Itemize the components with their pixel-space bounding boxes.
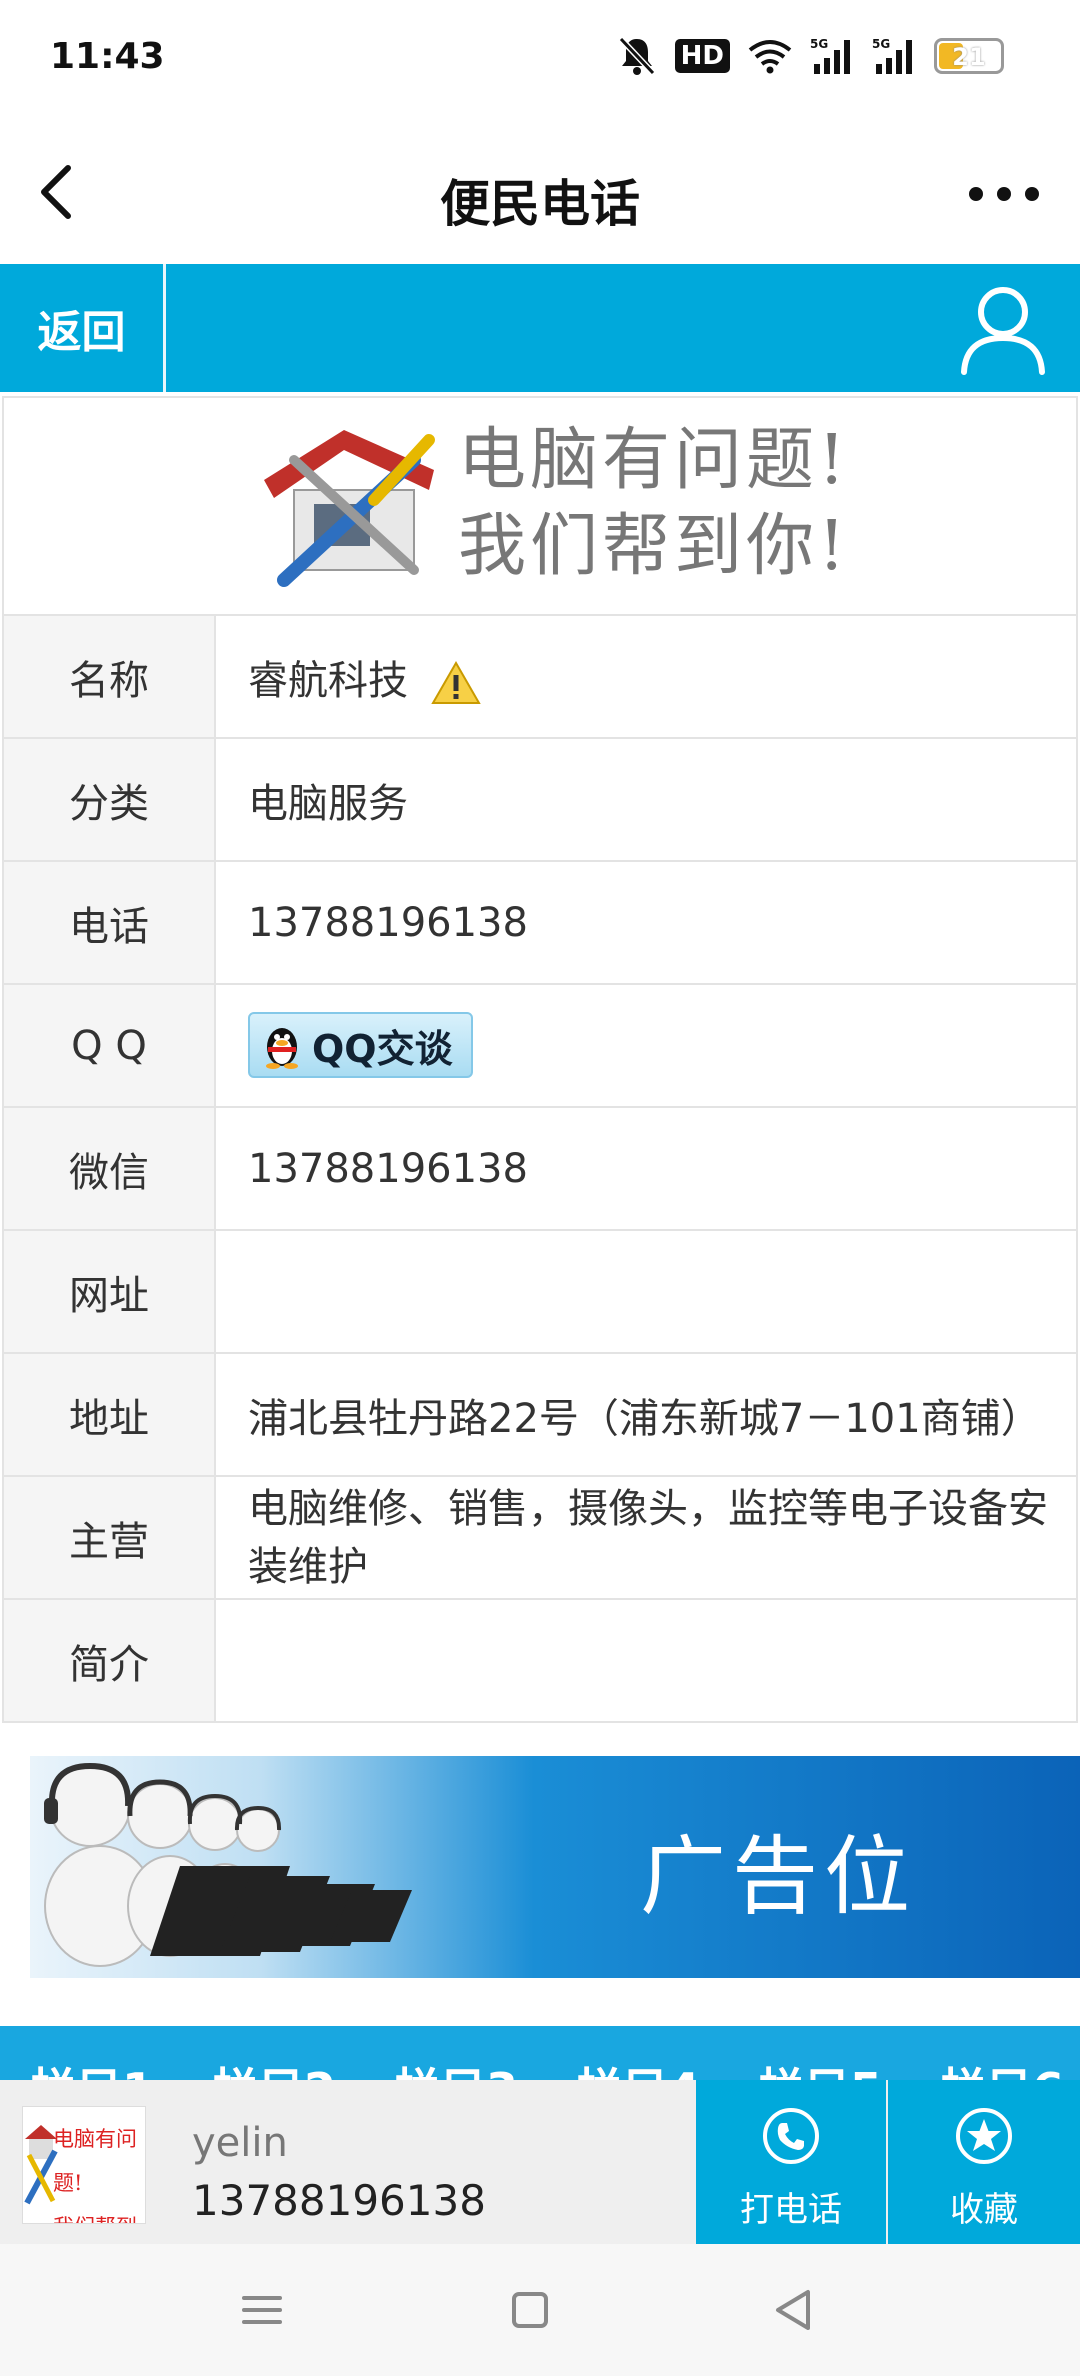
thumbnail-line-2: 我们帮到你! [53, 2205, 145, 2223]
table-row: 电话 13788196138 [2, 860, 1078, 985]
more-dots-icon[interactable] [964, 164, 1044, 224]
row-label-address: 地址 [2, 1352, 216, 1477]
business-banner: 电脑有问题! 我们帮到你! [2, 396, 1078, 616]
favorite-button[interactable]: 收藏 [888, 2080, 1080, 2244]
ad-banner[interactable]: 广告位 [30, 1756, 1080, 1978]
star-icon [956, 2108, 1012, 2164]
row-value-address: 浦北县牡丹路22号（浦东新城7－101商铺） [214, 1352, 1078, 1477]
row-value-phone[interactable]: 13788196138 [214, 860, 1078, 985]
qq-chat-label: QQ交谈 [312, 1026, 453, 1071]
svg-text:5G: 5G [810, 37, 828, 51]
row-value-qq: QQ交谈 [214, 983, 1078, 1108]
business-thumbnail: 电脑有问题! 我们帮到你! [22, 2106, 146, 2224]
house-tools-logo [264, 430, 435, 587]
ad-text: 广告位 [640, 1827, 916, 1927]
wifi-icon [748, 40, 792, 74]
call-button-label: 打电话 [740, 2190, 842, 2230]
call-center-illustration [44, 1762, 412, 1967]
row-label-qq: Q Q [2, 983, 216, 1108]
return-button[interactable]: 返回 [0, 264, 166, 392]
table-row: 地址 浦北县牡丹路22号（浦东新城7－101商铺） [2, 1352, 1078, 1477]
row-label-name: 名称 [2, 614, 216, 739]
row-value-business: 电脑维修、销售，摄像头，监控等电子设备安装维护 [214, 1475, 1078, 1600]
banner-line-2: 我们帮到你! [458, 507, 850, 586]
row-value-website [214, 1229, 1078, 1354]
warning-icon[interactable] [430, 660, 481, 706]
contact-name: yelin [192, 2120, 288, 2166]
banner-text: 电脑有问题! 我们帮到你! [458, 418, 849, 590]
status-time: 11:43 [50, 36, 165, 77]
row-value-wechat: 13788196138 [214, 1106, 1078, 1231]
business-name: 睿航科技 [248, 657, 408, 704]
phone-icon [763, 2108, 819, 2164]
qq-chat-button[interactable]: QQ交谈 [248, 1012, 473, 1078]
battery-icon: 21 [934, 38, 1004, 74]
row-label-category: 分类 [2, 737, 216, 862]
battery-level: 21 [952, 43, 986, 71]
column-tabs: 栏目1 栏目2 栏目3 栏目4 栏目5 栏目6 [0, 2026, 1080, 2086]
svg-text:5G: 5G [872, 37, 890, 51]
page: 11:43 HD 5G 5G 21 便民电话 返回 电脑有问题! 我们帮到你! … [0, 0, 1080, 2376]
bell-muted-icon [618, 36, 655, 76]
info-table: 名称 睿航科技 分类 电脑服务 电话 13788196138 Q Q QQ交谈 … [2, 614, 1078, 1723]
thumbnail-line-1: 电脑有问题! [53, 2127, 137, 2195]
status-bar: 11:43 HD 5G 5G 21 [0, 0, 1080, 120]
favorite-button-label: 收藏 [950, 2190, 1018, 2230]
table-row: 网址 [2, 1229, 1078, 1354]
row-label-wechat: 微信 [2, 1106, 216, 1231]
system-nav-bar [0, 2244, 1080, 2376]
home-icon[interactable] [502, 2282, 558, 2338]
banner-line-1: 电脑有问题! [458, 421, 850, 500]
row-label-business: 主营 [2, 1475, 216, 1600]
nav-bar: 便民电话 [0, 120, 1080, 264]
menu-icon[interactable] [234, 2282, 290, 2338]
penguin-icon [266, 1028, 298, 1069]
hd-icon: HD [674, 39, 730, 73]
table-row: 名称 睿航科技 [2, 614, 1078, 739]
table-row: 简介 [2, 1598, 1078, 1723]
row-value-name: 睿航科技 [214, 614, 1078, 739]
row-value-category: 电脑服务 [214, 737, 1078, 862]
contact-bar: 电脑有问题! 我们帮到你! yelin 13788196138 打电话 收藏 [0, 2080, 1080, 2244]
table-row: 分类 电脑服务 [2, 737, 1078, 862]
status-icons: HD 5G 5G 21 [617, 34, 1004, 78]
signal-5g-icon: 5G [810, 37, 850, 74]
row-label-phone: 电话 [2, 860, 216, 985]
contact-phone: 13788196138 [192, 2176, 486, 2225]
table-row: 主营 电脑维修、销售，摄像头，监控等电子设备安装维护 [2, 1475, 1078, 1600]
back-triangle-icon[interactable] [766, 2282, 822, 2338]
row-value-intro [214, 1598, 1078, 1723]
table-row: Q Q QQ交谈 [2, 983, 1078, 1108]
thumbnail-text: 电脑有问题! 我们帮到你! [53, 2117, 145, 2223]
site-header: 返回 [0, 264, 1080, 392]
page-title: 便民电话 [440, 175, 640, 233]
row-label-intro: 简介 [2, 1598, 216, 1723]
table-row: 微信 13788196138 [2, 1106, 1078, 1231]
call-button[interactable]: 打电话 [696, 2080, 886, 2244]
row-label-website: 网址 [2, 1229, 216, 1354]
user-icon[interactable] [956, 282, 1050, 376]
signal-5g-icon: 5G [872, 37, 912, 74]
